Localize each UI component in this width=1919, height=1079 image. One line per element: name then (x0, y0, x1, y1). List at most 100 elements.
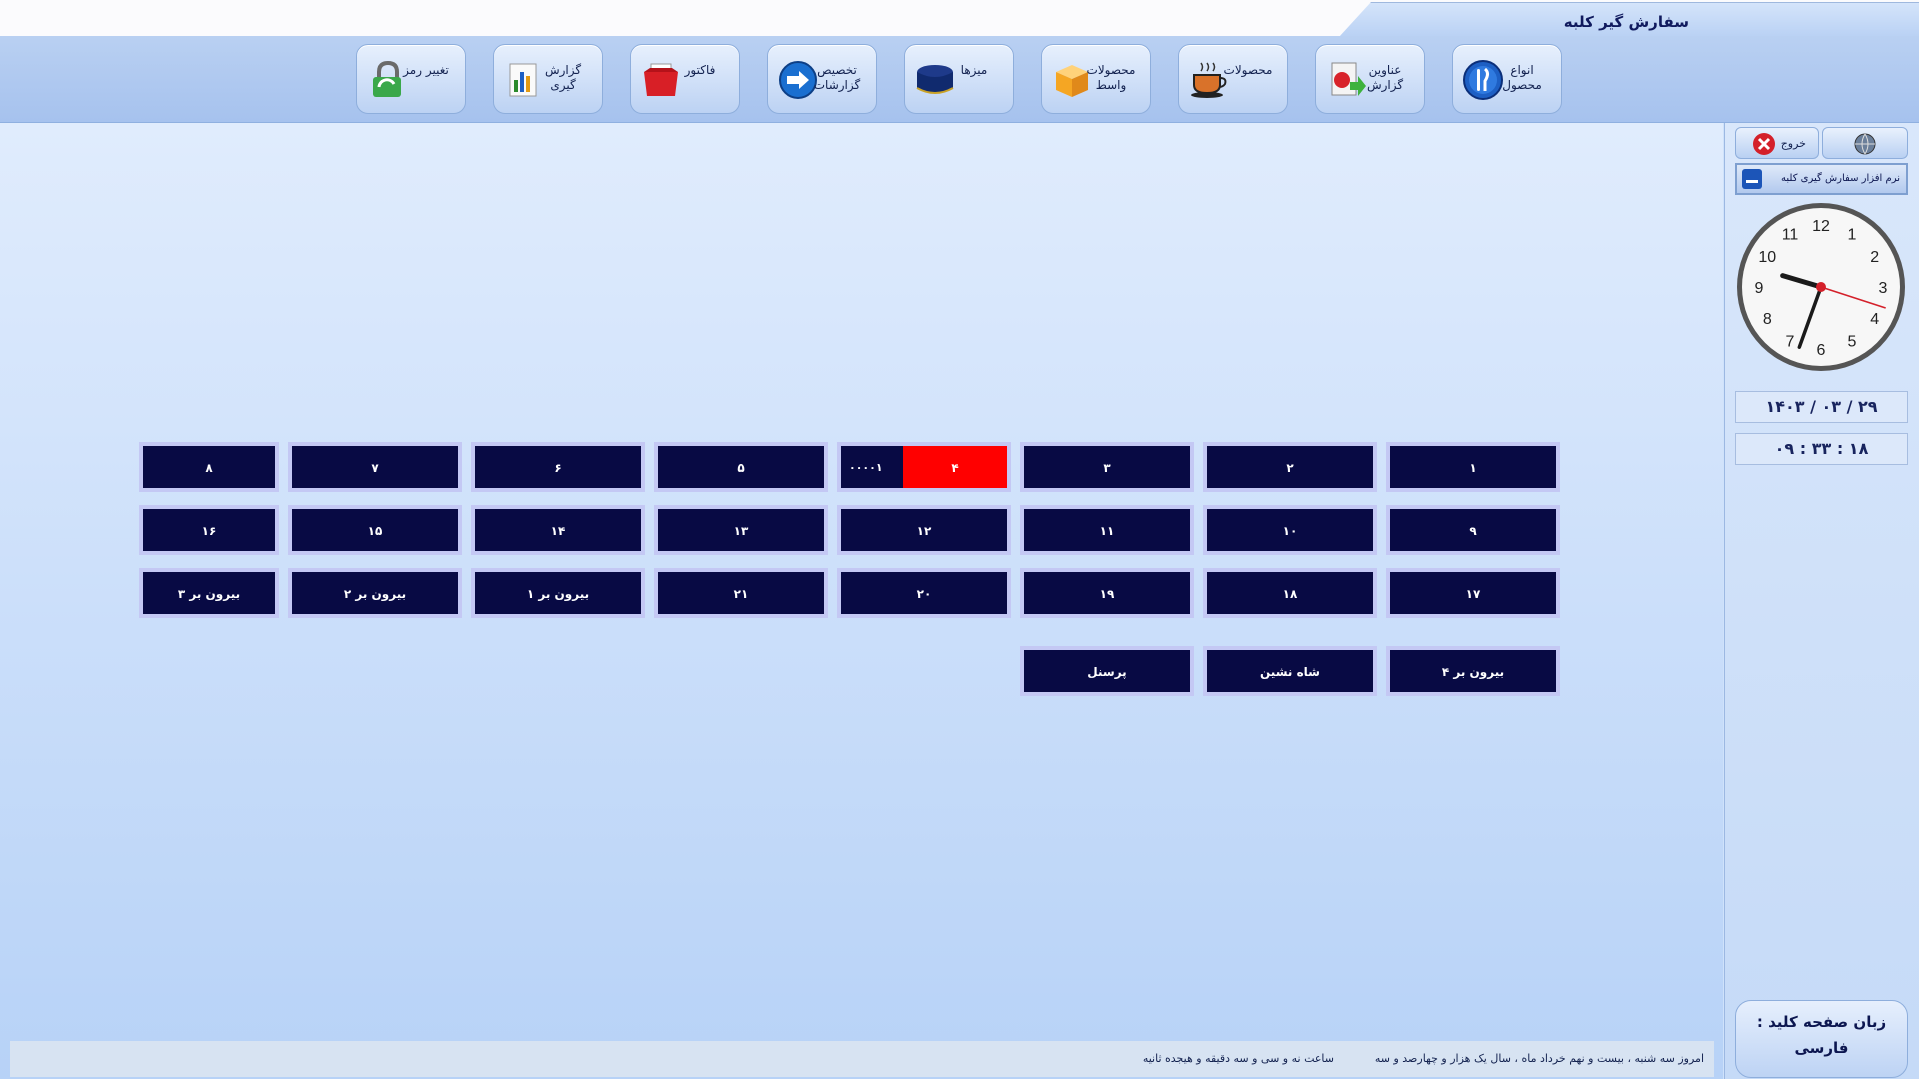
title-bar: سفارش گیر کلبه (0, 0, 1919, 37)
title-tab: سفارش گیر کلبه (1339, 2, 1919, 37)
analog-clock: 12 1234567891011 (1737, 203, 1905, 371)
clock-number: 8 (1763, 311, 1772, 328)
order-code: ۰۰۰۰۱ (849, 461, 883, 474)
table-label: ۱۰ (1282, 524, 1298, 538)
table-tile[interactable]: ۱۹ (1020, 568, 1194, 618)
table-label: ۱۸ (1282, 587, 1298, 601)
table-label: ۱۷ (1465, 587, 1481, 601)
product-types-button[interactable]: انواع محصول (1452, 44, 1562, 114)
app-name-label: نرم افزار سفارش گیری کلبه (1781, 173, 1900, 184)
table-label: بیرون بر ۳ (177, 587, 241, 601)
table-label: ۱۵ (367, 524, 383, 538)
close-icon (1753, 133, 1775, 155)
tables-area: ۱ ۲ ۳ ۰۰۰۰۱ ۴ ۵ ۶ ۷ ۸ ۹ ۱۰ ۱۱ ۱۲ ۱۳ ۱۴ ۱۵ ۱۶ ۱۷ ۱۸ ۱۹ ۲۰ ۲۱ بی… (0, 123, 1723, 1079)
toolbar: انواع محصول عناوین گزارش محصولات محصولات… (0, 36, 1919, 123)
status-bar: امروز سه شنبه ، بیست و نهم خرداد ماه ، س… (10, 1041, 1714, 1077)
table-tile[interactable]: پرسنل (1020, 646, 1194, 696)
products-button[interactable]: محصولات (1178, 44, 1288, 114)
table-tile[interactable]: ۷ (288, 442, 462, 492)
clock-number: 6 (1817, 342, 1826, 359)
table-tile[interactable]: ۶ (471, 442, 645, 492)
tables-label: میزها (960, 63, 988, 77)
table-tile[interactable]: ۱۶ (139, 505, 279, 555)
change-password-label: تغییر رمز (403, 63, 449, 77)
table-label: ۱۶ (201, 524, 217, 538)
time-display: ۰۹ : ۳۳ : ۱۸ (1735, 433, 1908, 465)
table-tile[interactable]: ۱۲ (837, 505, 1011, 555)
table-tile[interactable]: ۱۷ (1386, 568, 1560, 618)
clock-number: 2 (1870, 249, 1879, 266)
table-tile[interactable]: ۱۳ (654, 505, 828, 555)
settings-button[interactable] (1822, 127, 1908, 159)
table-tile[interactable]: ۲ (1203, 442, 1377, 492)
table-label: شاه نشین (1260, 665, 1320, 679)
reporting-label: گزارش گیری (544, 63, 582, 92)
table-label: ۱۴ (550, 524, 566, 538)
clock-center (1816, 282, 1826, 292)
table-tile[interactable]: ۰۰۰۰۱ ۴ (837, 442, 1011, 492)
clock-number: 11 (1782, 226, 1799, 243)
table-tile[interactable]: ۱۸ (1203, 568, 1377, 618)
keyboard-language-label: زبان صفحه کلید : (1756, 1013, 1887, 1031)
intermediate-products-label: محصولات واسط (1086, 63, 1136, 92)
table-label: بیرون بر ۴ (1441, 665, 1505, 679)
exit-label: خروج (1780, 137, 1806, 150)
products-label: محصولات (1223, 63, 1273, 77)
table-tile[interactable]: ۵ (654, 442, 828, 492)
table-tile[interactable]: شاه نشین (1203, 646, 1377, 696)
table-label: ۲ (1286, 461, 1294, 475)
table-tile[interactable]: ۱۵ (288, 505, 462, 555)
reporting-button[interactable]: گزارش گیری (493, 44, 603, 114)
report-titles-button[interactable]: عناوین گزارش (1315, 44, 1425, 114)
table-label: ۱۹ (1099, 587, 1115, 601)
table-label: ۴ (951, 461, 959, 475)
table-tile[interactable]: ۱۱ (1020, 505, 1194, 555)
table-label: بیرون بر ۱ (526, 587, 590, 601)
clock-number: 7 (1786, 334, 1795, 351)
table-label: پرسنل (1087, 665, 1127, 679)
table-tile[interactable]: ۸ (139, 442, 279, 492)
exit-button[interactable]: خروج (1735, 127, 1819, 159)
intermediate-products-button[interactable]: محصولات واسط (1041, 44, 1151, 114)
status-date-text: امروز سه شنبه ، بیست و نهم خرداد ماه ، س… (1374, 1052, 1704, 1065)
table-tile[interactable]: بیرون بر ۱ (471, 568, 645, 618)
app-name-button[interactable]: نرم افزار سفارش گیری کلبه (1735, 163, 1908, 195)
table-label: ۹ (1469, 524, 1477, 538)
report-titles-label: عناوین گزارش (1366, 63, 1404, 92)
clock-number: 5 (1848, 334, 1857, 351)
table-label: ۶ (554, 461, 562, 475)
table-label: ۵ (737, 461, 745, 475)
table-tile[interactable]: ۲۱ (654, 568, 828, 618)
clock-number: 1 (1848, 226, 1857, 243)
table-label: ۱۳ (733, 524, 749, 538)
table-tile[interactable]: بیرون بر ۴ (1386, 646, 1560, 696)
keyboard-language-value: فارسی (1794, 1039, 1849, 1057)
table-label: ۱۱ (1099, 524, 1115, 538)
table-label: ۲۰ (916, 587, 932, 601)
tables-button[interactable]: میزها (904, 44, 1014, 114)
table-tile[interactable]: ۱۰ (1203, 505, 1377, 555)
keyboard-language-button[interactable]: زبان صفحه کلید : فارسی (1735, 1000, 1908, 1078)
table-tile[interactable]: ۳ (1020, 442, 1194, 492)
table-label: ۲۱ (733, 587, 749, 601)
table-tile[interactable]: ۹ (1386, 505, 1560, 555)
table-tile[interactable]: ۱۴ (471, 505, 645, 555)
table-tile[interactable]: ۲۰ (837, 568, 1011, 618)
clock-number: 12 (1812, 218, 1830, 235)
clock-number: 10 (1758, 249, 1776, 266)
status-time-text: ساعت نه و سی و سه دقیقه و هیجده ثانیه (1142, 1052, 1334, 1065)
table-tile[interactable]: بیرون بر ۲ (288, 568, 462, 618)
window-title: سفارش گیر کلبه (1563, 13, 1689, 31)
invoice-label: فاکتور (684, 63, 716, 77)
table-tile[interactable]: ۱ (1386, 442, 1560, 492)
change-password-button[interactable]: تغییر رمز (356, 44, 466, 114)
table-tile[interactable]: بیرون بر ۳ (139, 568, 279, 618)
app-window-icon (1742, 169, 1762, 189)
sidebar: خروج نرم افزار سفارش گیری کلبه 12 1 2 3 4 5 6 7… (1724, 123, 1919, 1079)
assign-reports-button[interactable]: تخصیص گزارشات (767, 44, 877, 114)
clock-number: 3 (1879, 280, 1888, 297)
table-label: ۸ (205, 461, 213, 475)
assign-reports-label: تخصیص گزارشات (813, 63, 861, 92)
invoice-button[interactable]: فاکتور (630, 44, 740, 114)
table-label: ۱۲ (916, 524, 932, 538)
